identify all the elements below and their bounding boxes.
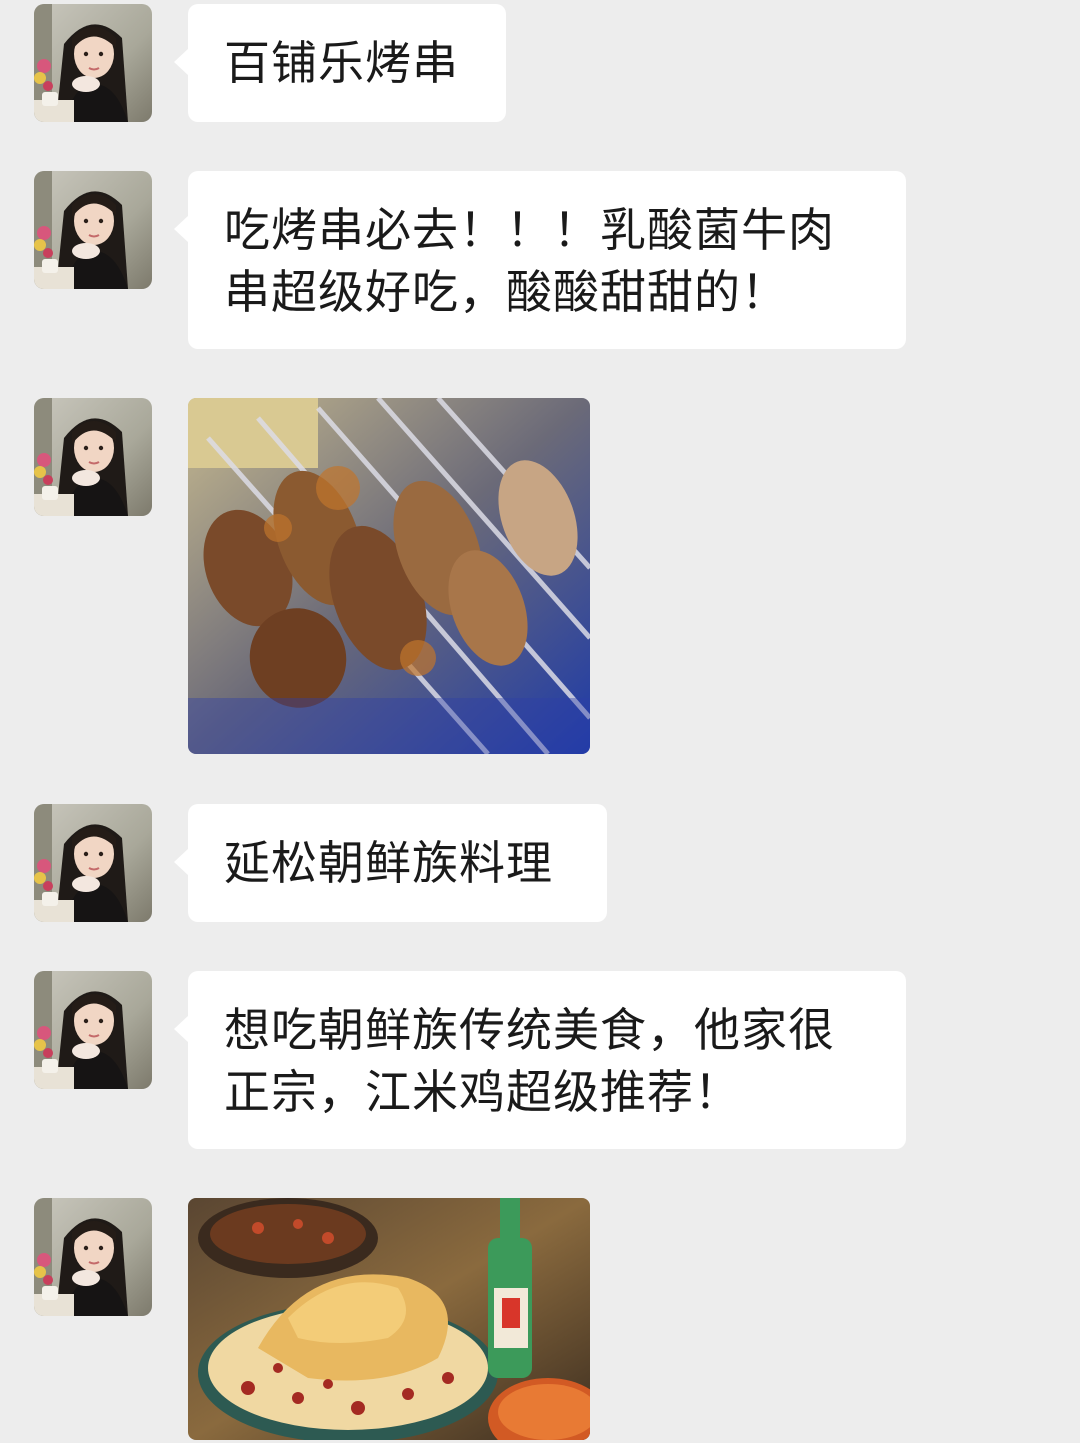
message-photo[interactable] [188,1198,590,1440]
message-text: 想吃朝鲜族传统美食，他家很正宗，江米鸡超级推荐！ [224,1003,835,1119]
avatar-portrait-icon [34,171,152,289]
avatar[interactable] [34,171,152,289]
message-bubble[interactable]: 想吃朝鲜族传统美食，他家很正宗，江米鸡超级推荐！ [174,971,906,1149]
avatar[interactable] [34,804,152,922]
message-photo[interactable] [188,398,590,754]
message-text: 延松朝鲜族料理 [224,836,553,890]
avatar-portrait-icon [34,971,152,1089]
message-bubble[interactable]: 延松朝鲜族料理 [174,804,607,922]
avatar[interactable] [34,1198,152,1316]
avatar[interactable] [34,398,152,516]
avatar[interactable] [34,971,152,1089]
message-bubble[interactable]: 百铺乐烤串 [174,4,506,122]
avatar-portrait-icon [34,4,152,122]
avatar-portrait-icon [34,1198,152,1316]
korean-food-table-photo-icon [188,1198,590,1440]
message-text: 吃烤串必去！！！乳酸菌牛肉串超级好吃，酸酸甜甜的！ [224,203,835,319]
message-bubble[interactable]: 吃烤串必去！！！乳酸菌牛肉串超级好吃，酸酸甜甜的！ [174,171,906,349]
avatar-portrait-icon [34,398,152,516]
grilled-skewers-photo-icon [188,398,590,754]
avatar[interactable] [34,4,152,122]
message-text: 百铺乐烤串 [224,36,459,90]
avatar-portrait-icon [34,804,152,922]
